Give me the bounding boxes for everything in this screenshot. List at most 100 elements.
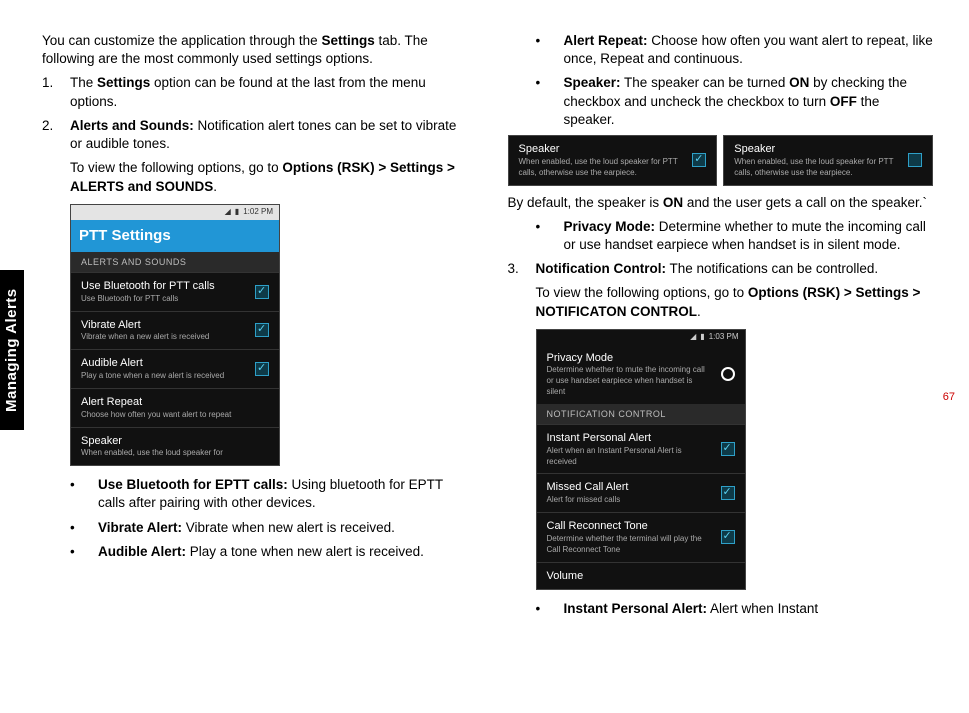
row-sub: Play a tone when a new alert is received [81,371,247,382]
row-call-reconnect-tone[interactable]: Call Reconnect ToneDetermine whether the… [537,512,745,561]
checkbox-icon[interactable] [721,486,735,500]
strong: Settings [97,75,150,90]
signal-icon: ◢ [690,332,696,343]
list-item-1: 1.The Settings option can be found at th… [42,74,468,110]
bullet-alert-repeat: •Alert Repeat: Choose how often you want… [508,32,934,68]
row-missed-call-alert[interactable]: Missed Call AlertAlert for missed calls [537,473,745,512]
text: . [697,304,701,319]
status-bar: ◢ ▮ 1:02 PM [71,205,279,220]
checkbox-icon[interactable] [721,530,735,544]
strong: Instant Personal Alert: [564,601,708,616]
row-sub: Alert for missed calls [547,495,713,506]
bullet-icon: • [536,600,564,618]
row-audible[interactable]: Audible AlertPlay a tone when a new aler… [71,349,279,388]
row-title: Speaker [519,142,685,157]
row-title: Alert Repeat [81,395,269,410]
screenshot-notification-control: ◢ ▮ 1:03 PM Privacy ModeDetermine whethe… [536,329,746,591]
row-sub: Vibrate when a new alert is received [81,332,247,343]
bullet-icon: • [70,519,98,537]
column-1: You can customize the application throug… [42,32,468,625]
strong: OFF [830,94,857,109]
bullet-vibrate: •Vibrate Alert: Vibrate when new alert i… [42,519,468,537]
radio-icon[interactable] [721,367,735,381]
text: The [70,75,97,90]
checkbox-icon[interactable] [908,153,922,167]
row-sub: When enabled, use the loud speaker for P… [519,157,685,179]
row-sub: Determine whether to mute the incoming c… [547,365,713,397]
intro-paragraph: You can customize the application throug… [42,32,468,68]
bullet-privacy-mode: •Privacy Mode: Determine whether to mute… [508,218,934,254]
row-instant-personal-alert[interactable]: Instant Personal AlertAlert when an Inst… [537,424,745,473]
row-title: Speaker [734,142,900,157]
row-title: Volume [547,569,735,584]
column-2: •Alert Repeat: Choose how often you want… [508,32,934,625]
page-columns: You can customize the application throug… [0,0,969,645]
text: . [213,179,217,194]
strong: Privacy Mode: [564,219,656,234]
clock: 1:03 PM [709,332,739,343]
text: To view the following options, go to [536,285,748,300]
bullet-speaker: •Speaker: The speaker can be turned ON b… [508,74,934,129]
signal-icon: ◢ [225,207,231,218]
row-speaker[interactable]: SpeakerWhen enabled, use the loud speake… [71,427,279,466]
app-title-bar: PTT Settings [71,220,279,252]
text: Play a tone when new alert is received. [186,544,424,559]
side-tab-managing-alerts: Managing Alerts [0,270,24,430]
row-volume[interactable]: Volume [537,562,745,590]
checkbox-icon[interactable] [721,442,735,456]
section-header: NOTIFICATION CONTROL [537,404,745,424]
checkbox-icon[interactable] [255,323,269,337]
bullet-icon: • [536,74,564,92]
strong: Alerts and Sounds: [70,118,194,133]
checkbox-icon[interactable] [255,285,269,299]
clock: 1:02 PM [243,207,273,218]
text: You can customize the application throug… [42,33,321,48]
text: To view the following options, go to [70,160,282,175]
battery-icon: ▮ [700,332,704,343]
speaker-default-note: By default, the speaker is ON and the us… [508,194,934,212]
checkbox-icon[interactable] [692,153,706,167]
strong: Vibrate Alert: [98,520,182,535]
checkbox-icon[interactable] [255,362,269,376]
bullet-icon: • [70,476,98,494]
row-title: Vibrate Alert [81,318,247,333]
row-alert-repeat[interactable]: Alert RepeatChoose how often you want al… [71,388,279,427]
row-privacy-mode[interactable]: Privacy ModeDetermine whether to mute th… [537,345,745,404]
row-title: Privacy Mode [547,351,713,366]
list-item-3: 3.Notification Control: The notification… [508,260,934,278]
status-bar: ◢ ▮ 1:03 PM [537,330,745,345]
row-bluetooth[interactable]: Use Bluetooth for PTT callsUse Bluetooth… [71,272,279,311]
section-header: ALERTS AND SOUNDS [71,252,279,272]
strong: Settings [321,33,374,48]
strong: ON [789,75,809,90]
bullet-instant-personal-alert: •Instant Personal Alert: Alert when Inst… [508,600,934,618]
bullet-icon: • [536,32,564,50]
text: and the user gets a call on the speaker.… [683,195,927,210]
bullet-icon: • [70,543,98,561]
text: The notifications can be controlled. [666,261,878,276]
row-sub: When enabled, use the loud speaker for [81,448,269,459]
bullet-audible: •Audible Alert: Play a tone when new ale… [42,543,468,561]
list-number: 1. [42,74,70,92]
row-title: Audible Alert [81,356,247,371]
text: Alert when Instant [707,601,818,616]
list-item-2-sub: To view the following options, go to Opt… [42,159,468,195]
row-sub: Choose how often you want alert to repea… [81,410,269,421]
app-title: PTT Settings [79,227,171,244]
row-sub: Determine whether the terminal will play… [547,534,713,556]
list-number: 2. [42,117,70,135]
row-title: Missed Call Alert [547,480,713,495]
row-title: Speaker [81,434,269,449]
list-item-2: 2.Alerts and Sounds: Notification alert … [42,117,468,153]
text: By default, the speaker is [508,195,663,210]
row-sub: Use Bluetooth for PTT calls [81,294,247,305]
row-sub: When enabled, use the loud speaker for P… [734,157,900,179]
list-number: 3. [508,260,536,278]
screenshot-speaker-off: SpeakerWhen enabled, use the loud speake… [723,135,933,185]
bullet-bluetooth: •Use Bluetooth for EPTT calls: Using blu… [42,476,468,512]
row-vibrate[interactable]: Vibrate AlertVibrate when a new alert is… [71,311,279,350]
battery-icon: ▮ [235,207,239,218]
screenshot-ptt-settings: ◢ ▮ 1:02 PM PTT Settings ALERTS AND SOUN… [70,204,280,466]
text: Vibrate when new alert is received. [182,520,395,535]
row-title: Use Bluetooth for PTT calls [81,279,247,294]
